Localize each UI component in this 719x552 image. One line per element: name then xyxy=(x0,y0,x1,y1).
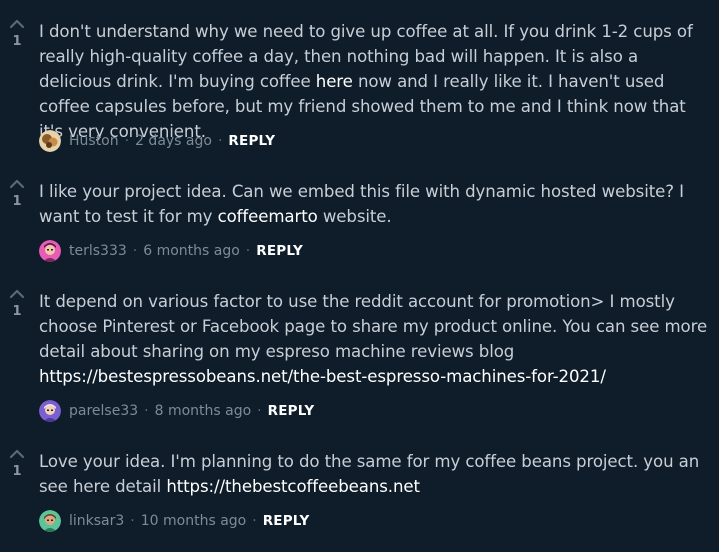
vote-column: 1 xyxy=(6,179,28,209)
comment-meta: linksar3 · 10 months ago · REPLY xyxy=(39,509,309,533)
avatar[interactable] xyxy=(39,130,61,152)
reply-button[interactable]: REPLY xyxy=(256,243,303,259)
separator-dot: · xyxy=(257,403,262,419)
vote-score: 1 xyxy=(12,464,22,479)
vote-column: 1 xyxy=(6,19,28,49)
comment-body: It depend on various factor to use the r… xyxy=(39,289,711,389)
comment-body: I like your project idea. Can we embed t… xyxy=(39,179,711,229)
comment-meta: parelse33 · 8 months ago · REPLY xyxy=(39,399,314,423)
vote-column: 1 xyxy=(6,449,28,479)
separator-dot: · xyxy=(130,513,135,529)
comment-link[interactable]: https://thebestcoffeebeans.net xyxy=(166,477,420,496)
separator-dot: · xyxy=(252,513,257,529)
avatar[interactable] xyxy=(39,510,61,532)
comment-link[interactable]: here xyxy=(316,72,353,91)
separator-dot: · xyxy=(124,133,130,149)
comment-author[interactable]: terls333 xyxy=(69,243,127,259)
comment-time[interactable]: 8 months ago xyxy=(155,403,252,419)
separator-dot: · xyxy=(217,133,223,149)
avatar[interactable] xyxy=(39,400,61,422)
reply-button[interactable]: REPLY xyxy=(228,133,275,149)
comment-text: It depend on various factor to use the r… xyxy=(39,292,708,361)
comment-author[interactable]: parelse33 xyxy=(69,403,138,419)
comment-author[interactable]: Huston xyxy=(69,133,119,149)
comment-body: Love your idea. I'm planning to do the s… xyxy=(39,449,711,499)
avatar[interactable] xyxy=(39,240,61,262)
comment-author[interactable]: linksar3 xyxy=(69,513,124,529)
comment-time[interactable]: 10 months ago xyxy=(141,513,246,529)
vote-score: 1 xyxy=(12,34,22,49)
comment-link[interactable]: coffeemarto xyxy=(218,207,318,226)
comment-time[interactable]: 2 days ago xyxy=(135,133,212,149)
comment-time[interactable]: 6 months ago xyxy=(143,243,240,259)
upvote-arrow-icon[interactable] xyxy=(10,179,24,189)
comment-meta: Huston · 2 days ago · REPLY xyxy=(39,129,275,153)
comment-link[interactable]: https://bestespressobeans.net/the-best-e… xyxy=(39,367,606,386)
upvote-arrow-icon[interactable] xyxy=(10,19,24,29)
separator-dot: · xyxy=(144,403,149,419)
separator-dot: · xyxy=(245,243,251,259)
vote-column: 1 xyxy=(6,289,28,319)
upvote-arrow-icon[interactable] xyxy=(10,449,24,459)
comment-text: website. xyxy=(317,207,392,226)
reply-button[interactable]: REPLY xyxy=(263,513,310,529)
separator-dot: · xyxy=(132,243,138,259)
comment-list: 1 I don't understand why we need to give… xyxy=(0,0,719,552)
vote-score: 1 xyxy=(12,194,22,209)
upvote-arrow-icon[interactable] xyxy=(10,289,24,299)
vote-score: 1 xyxy=(12,304,22,319)
reply-button[interactable]: REPLY xyxy=(268,403,315,419)
comment-meta: terls333 · 6 months ago · REPLY xyxy=(39,239,303,263)
comment-body: I don't understand why we need to give u… xyxy=(39,19,711,144)
